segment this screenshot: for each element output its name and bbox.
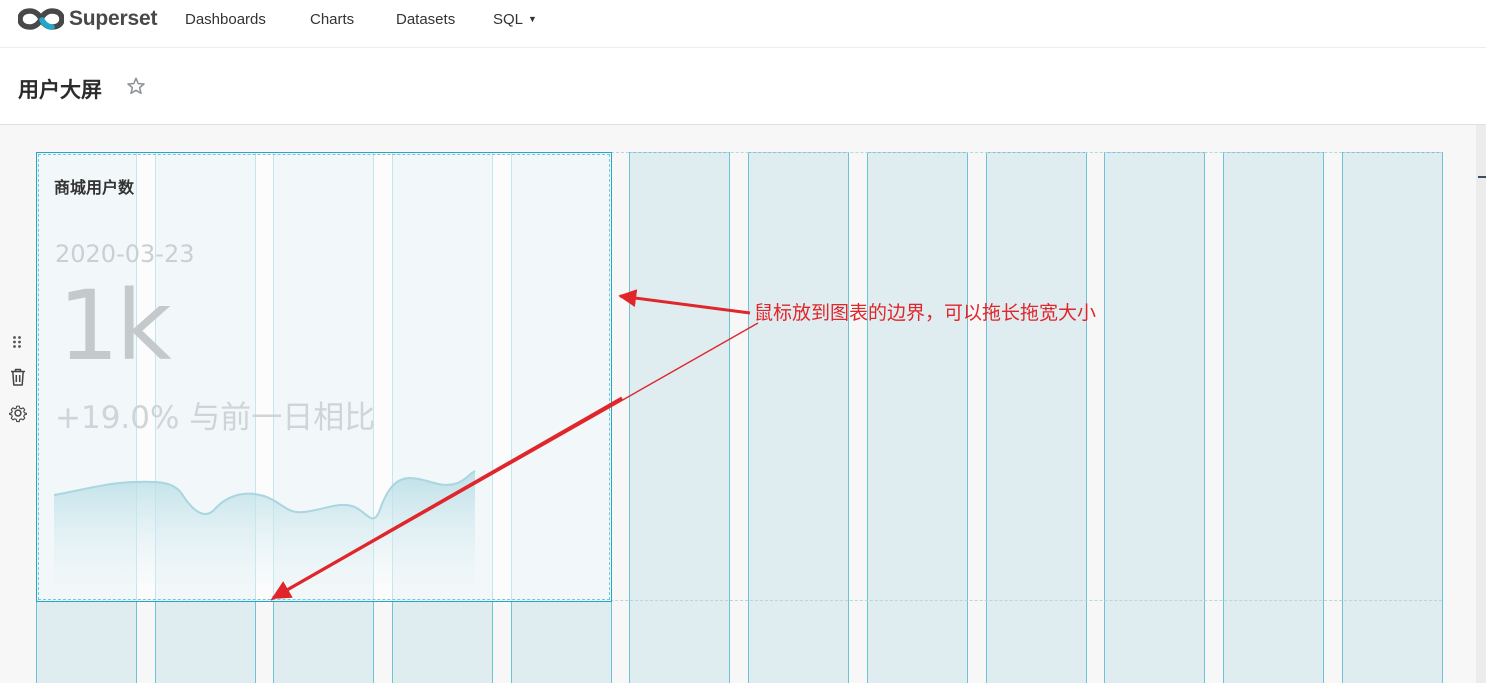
annotation-arrows (270, 289, 759, 601)
arrow-to-bottom-edge-thick (271, 396, 623, 600)
arrow-to-right-edge (618, 289, 751, 315)
